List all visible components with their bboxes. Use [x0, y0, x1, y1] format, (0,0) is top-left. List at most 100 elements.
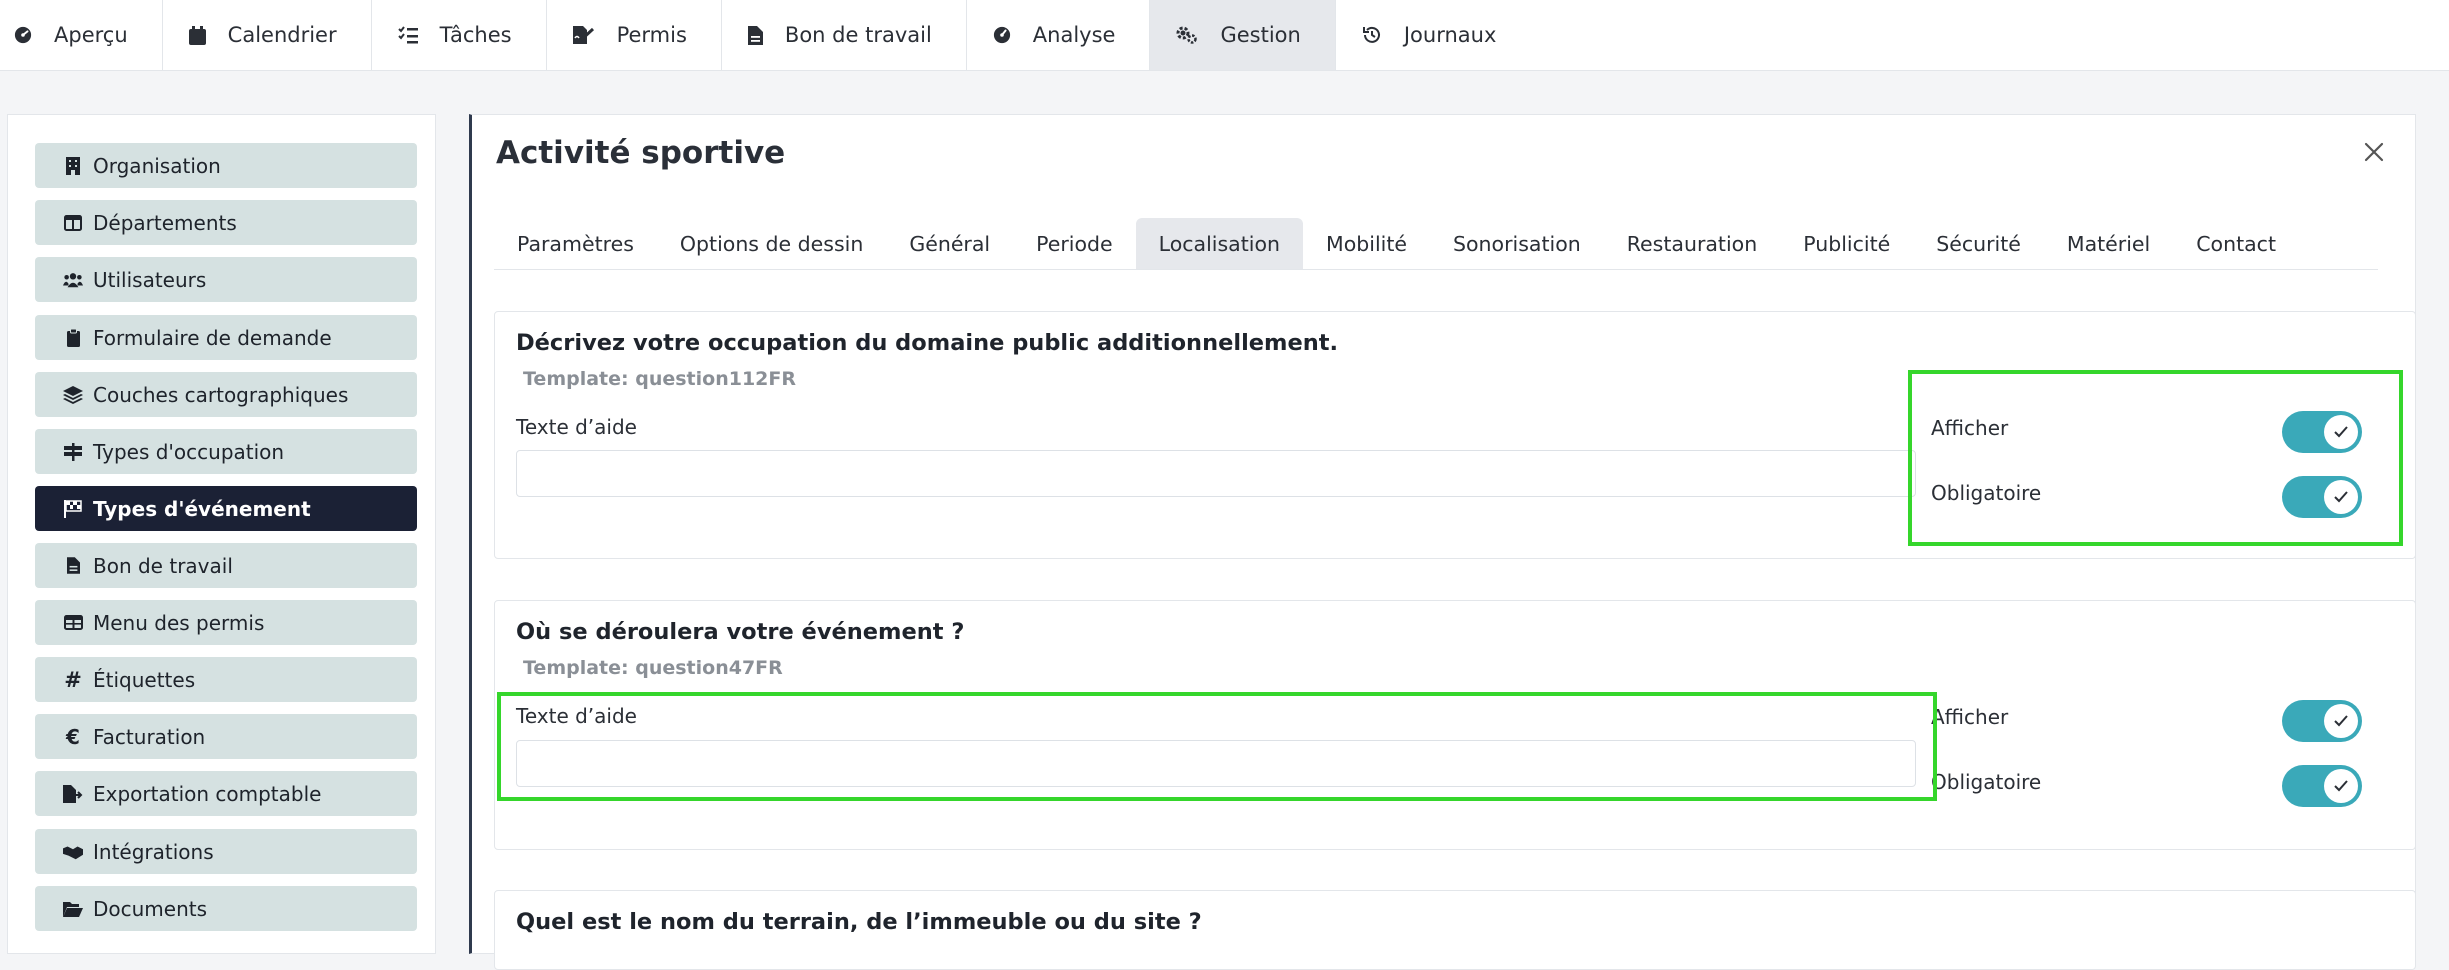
sidebar-item-utilisateurs[interactable]: Utilisateurs: [35, 257, 417, 302]
sidebar-item-label: Documents: [93, 896, 208, 921]
table-icon: [63, 615, 83, 630]
obligatoire-label: Obligatoire: [1931, 481, 2042, 505]
event-type-editor-panel: Activité sportive Paramètres Options de …: [469, 114, 2416, 970]
euro-icon: €: [66, 724, 80, 749]
sidebar-item-types-occupation[interactable]: Types d'occupation: [35, 429, 417, 474]
sidebar-item-label: Étiquettes: [93, 667, 196, 692]
question-title: Où se déroulera votre événement ?: [516, 619, 965, 645]
tab-periode[interactable]: Periode: [1013, 218, 1136, 269]
sidebar-item-label: Intégrations: [93, 839, 214, 864]
question-card: Décrivez votre occupation du domaine pub…: [494, 311, 2416, 559]
sidebar-item-label: Formulaire de demande: [93, 325, 332, 350]
sidebar-item-label: Couches cartographiques: [93, 382, 349, 407]
sidebar-item-label: Facturation: [93, 724, 206, 749]
nav-journaux-label: Journaux: [1403, 23, 1497, 47]
handshake-icon: [63, 844, 83, 860]
nav-bon-de-travail[interactable]: Bon de travail: [722, 0, 967, 70]
close-button[interactable]: [2359, 137, 2389, 167]
sidebar-item-integrations[interactable]: Intégrations: [35, 829, 417, 874]
sidebar-item-bon-de-travail[interactable]: Bon de travail: [35, 543, 417, 588]
sidebar-item-facturation[interactable]: € Facturation: [35, 714, 417, 759]
tab-contact[interactable]: Contact: [2173, 218, 2299, 269]
nav-analyse[interactable]: Analyse: [967, 0, 1151, 70]
check-icon: [2324, 704, 2358, 738]
building-icon: [63, 156, 83, 175]
columns-icon: [63, 214, 83, 231]
signed-document-icon: [572, 26, 595, 44]
top-navigation: Aperçu Calendrier Tâches Permis Bon de t…: [0, 0, 2449, 71]
sidebar-item-organisation[interactable]: Organisation: [35, 143, 417, 188]
task-list-icon: [397, 26, 418, 44]
question-template: Template: question47FR: [523, 657, 783, 679]
nav-gestion-label: Gestion: [1220, 23, 1301, 47]
tab-options-dessin[interactable]: Options de dessin: [657, 218, 886, 269]
file-icon: [747, 25, 763, 45]
tab-sonorisation[interactable]: Sonorisation: [1430, 218, 1604, 269]
check-icon: [2324, 415, 2358, 449]
sidebar-item-menu-permis[interactable]: Menu des permis: [35, 600, 417, 645]
nav-analyse-label: Analyse: [1032, 23, 1116, 47]
tab-parametres[interactable]: Paramètres: [494, 218, 657, 269]
folder-open-icon: [63, 901, 83, 917]
sidebar-item-label: Menu des permis: [93, 610, 265, 635]
nav-gestion[interactable]: Gestion: [1150, 0, 1336, 70]
dashboard-gauge-icon: [14, 26, 32, 44]
signpost-icon: [63, 442, 83, 461]
obligatoire-toggle[interactable]: [2282, 765, 2362, 807]
tab-mobilite[interactable]: Mobilité: [1303, 218, 1430, 269]
sidebar-item-departements[interactable]: Départements: [35, 200, 417, 245]
file-export-icon: [63, 784, 83, 803]
nav-permis-label: Permis: [616, 23, 687, 47]
sidebar-item-types-evenement[interactable]: Types d'événement: [35, 486, 417, 531]
tab-materiel[interactable]: Matériel: [2044, 218, 2173, 269]
afficher-toggle[interactable]: [2282, 411, 2362, 453]
gears-icon: [1176, 26, 1198, 44]
sidebar-item-label: Utilisateurs: [93, 267, 207, 292]
calendar-icon: [188, 25, 206, 45]
clipboard-icon: [63, 328, 83, 347]
help-text-label: Texte d’aide: [516, 704, 637, 728]
sidebar-item-label: Organisation: [93, 153, 221, 178]
nav-apercu-label: Aperçu: [54, 23, 128, 47]
nav-taches[interactable]: Tâches: [372, 0, 547, 70]
tab-publicite[interactable]: Publicité: [1780, 218, 1913, 269]
page-title: Activité sportive: [496, 135, 786, 171]
sidebar-item-exportation[interactable]: Exportation comptable: [35, 771, 417, 816]
help-text-label: Texte d’aide: [516, 415, 637, 439]
check-icon: [2324, 480, 2358, 514]
nav-journaux[interactable]: Journaux: [1336, 0, 1531, 70]
nav-bon-de-travail-label: Bon de travail: [784, 23, 932, 47]
tab-securite[interactable]: Sécurité: [1913, 218, 2044, 269]
tab-localisation[interactable]: Localisation: [1135, 218, 1304, 269]
close-icon: [2364, 142, 2384, 162]
nav-calendrier-label: Calendrier: [227, 23, 337, 47]
question-template: Template: question112FR: [523, 368, 797, 390]
sidebar-item-label: Exportation comptable: [93, 781, 322, 806]
nav-apercu[interactable]: Aperçu: [0, 0, 163, 70]
tab-general[interactable]: Général: [886, 218, 1013, 269]
sidebar-item-label: Types d'événement: [93, 496, 311, 521]
layers-icon: [63, 385, 83, 404]
nav-taches-label: Tâches: [439, 23, 512, 47]
sidebar: Organisation Départements Utilisateurs F…: [7, 114, 436, 954]
sidebar-item-etiquettes[interactable]: # Étiquettes: [35, 657, 417, 702]
sidebar-item-documents[interactable]: Documents: [35, 886, 417, 931]
hashtag-icon: #: [64, 667, 82, 692]
question-card: Où se déroulera votre événement ? Templa…: [494, 600, 2416, 850]
help-text-input[interactable]: [516, 740, 1916, 787]
question-title: Quel est le nom du terrain, de l’immeubl…: [516, 909, 1202, 935]
help-text-input[interactable]: [516, 450, 1916, 497]
sidebar-item-couches[interactable]: Couches cartographiques: [35, 372, 417, 417]
nav-permis[interactable]: Permis: [547, 0, 722, 70]
obligatoire-toggle[interactable]: [2282, 476, 2362, 518]
checkered-flag-icon: [63, 499, 83, 518]
question-card: Quel est le nom du terrain, de l’immeubl…: [494, 890, 2416, 970]
obligatoire-label: Obligatoire: [1931, 770, 2042, 794]
tab-restauration[interactable]: Restauration: [1604, 218, 1780, 269]
question-title: Décrivez votre occupation du domaine pub…: [516, 330, 1339, 356]
nav-calendrier[interactable]: Calendrier: [163, 0, 372, 70]
tab-bar: Paramètres Options de dessin Général Per…: [494, 218, 2378, 270]
sidebar-item-formulaire[interactable]: Formulaire de demande: [35, 315, 417, 360]
afficher-toggle[interactable]: [2282, 700, 2362, 742]
sidebar-item-label: Bon de travail: [93, 553, 233, 578]
